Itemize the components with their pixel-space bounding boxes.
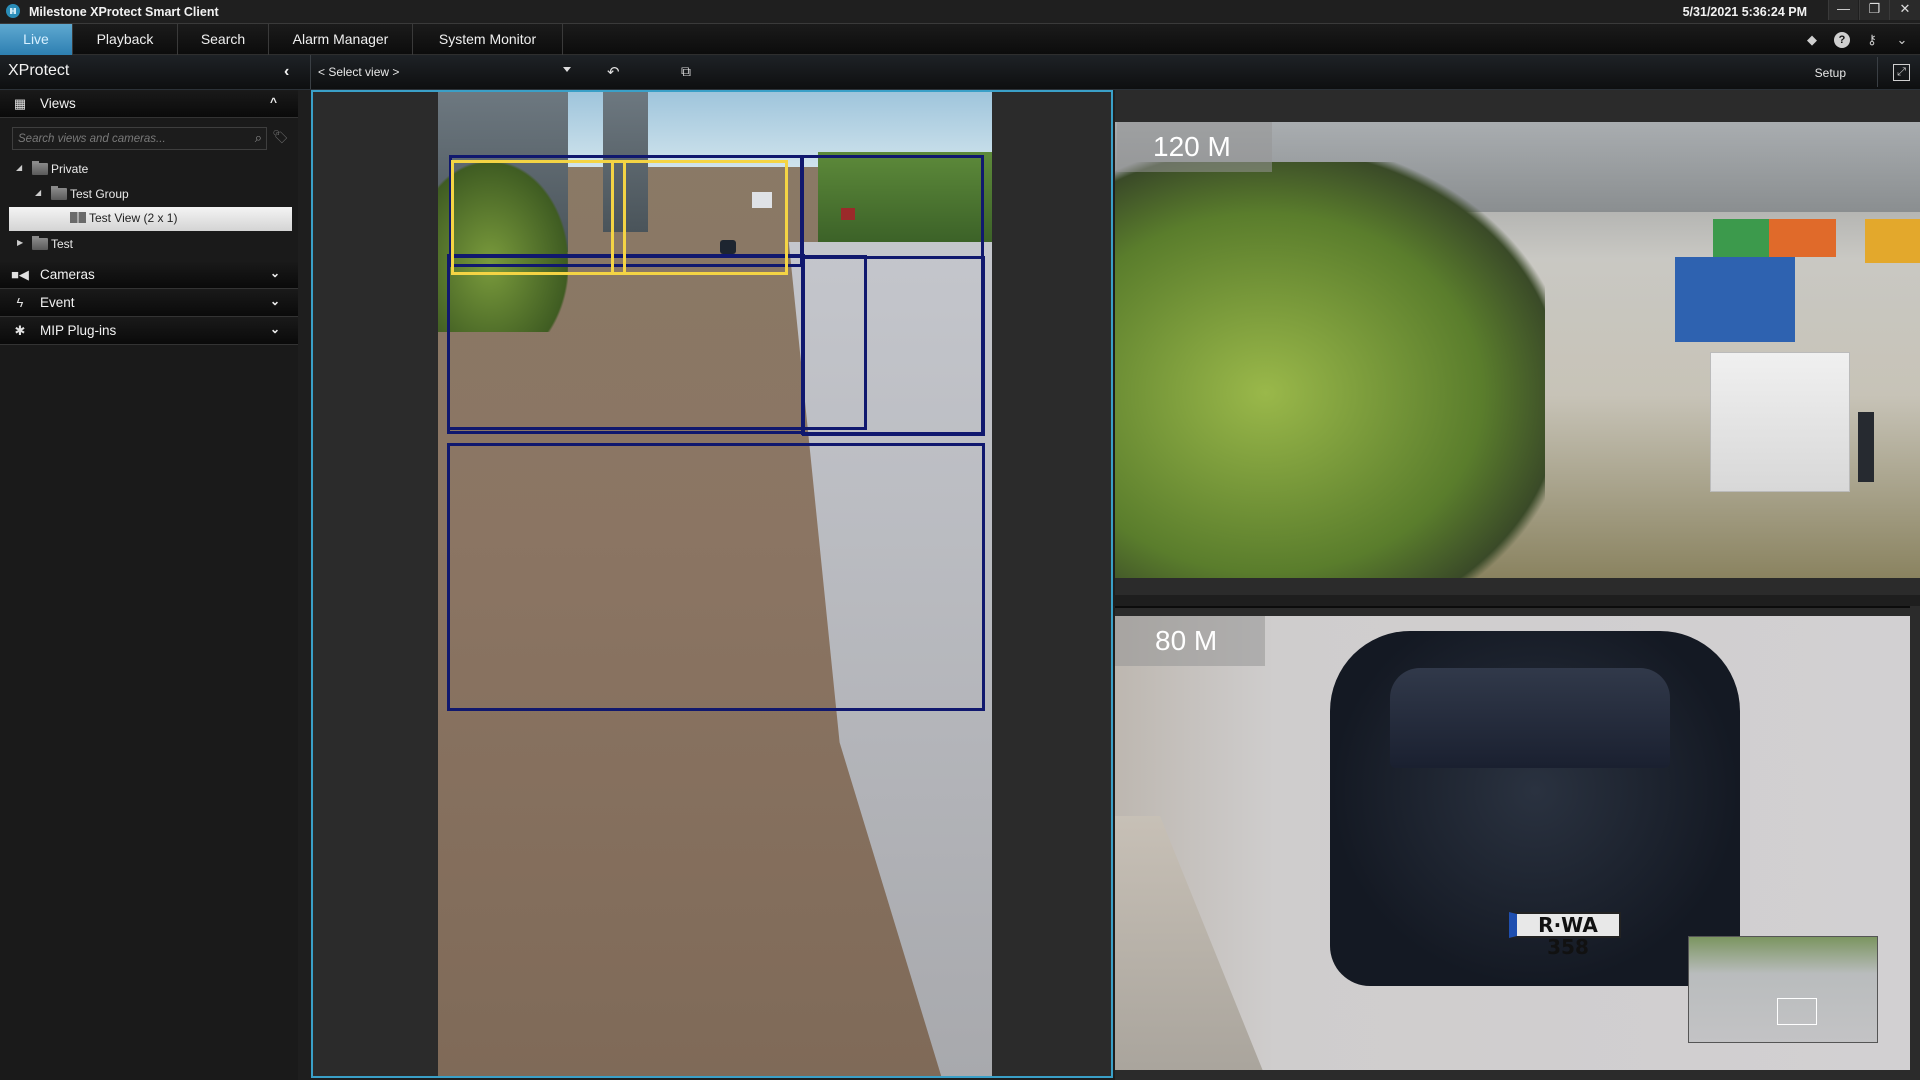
tag-icon[interactable]: 🏷 xyxy=(272,129,289,145)
lightning-icon: ϟ xyxy=(16,295,24,310)
tree-item-test[interactable]: ▶ Test xyxy=(0,233,298,255)
grid-icon: ▦ xyxy=(13,96,27,111)
blue-equipment xyxy=(1675,257,1795,342)
view-toolbar: XProtect ‹ < Select view > ↶ ⧉ Setup ⤢ xyxy=(0,55,1920,90)
site-container xyxy=(1710,352,1850,492)
green-container xyxy=(1713,219,1769,257)
views-section-header[interactable]: ▦ Views ^ xyxy=(0,90,298,118)
views-label: Views xyxy=(40,96,76,111)
tab-alarm-manager[interactable]: Alarm Manager xyxy=(269,24,413,55)
search-views-field[interactable]: ⌕ xyxy=(12,127,267,150)
tab-live[interactable]: Live xyxy=(0,24,73,55)
main-tab-bar: Live Playback Search Alarm Manager Syste… xyxy=(0,24,1920,55)
detection-zone-yellow[interactable] xyxy=(451,160,626,275)
tree xyxy=(1115,162,1545,578)
collapsed-triangle-icon[interactable]: ▶ xyxy=(17,238,23,247)
camera-feed-120m xyxy=(1115,122,1920,578)
camera-pane-120m[interactable]: 120 M xyxy=(1115,90,1920,595)
chevron-down-icon[interactable]: ⌄ xyxy=(1894,32,1910,48)
app-title: Milestone XProtect Smart Client xyxy=(29,5,219,19)
title-bar: Milestone XProtect Smart Client 5/31/202… xyxy=(0,0,1920,24)
sidewalk xyxy=(1115,816,1265,1070)
toolbar-divider xyxy=(310,55,311,89)
detection-zone-blue[interactable] xyxy=(447,443,985,711)
picture-in-picture-preview[interactable] xyxy=(1688,936,1878,1043)
orange-container xyxy=(1769,219,1836,257)
chevron-down-icon[interactable]: ⌄ xyxy=(270,322,280,336)
tree-item-label: Private xyxy=(51,162,89,176)
view-layout-icon xyxy=(70,212,86,223)
expand-triangle-icon[interactable]: ◢ xyxy=(35,188,41,197)
fullscreen-icon[interactable]: ⤢ xyxy=(1893,64,1910,81)
collapse-sidebar-button[interactable]: ‹ xyxy=(284,63,289,81)
toolbar-divider xyxy=(1877,57,1878,87)
camera-pane-80m[interactable]: R·WA 358 80 M xyxy=(1115,606,1920,1080)
view-grid: 120 M R·WA 358 80 M xyxy=(298,90,1920,1080)
undo-view-icon[interactable]: ↶ xyxy=(607,63,620,81)
sidebar: ▦ Views ^ ⌕ 🏷 ◢ Private ◢ Test Group Tes… xyxy=(0,90,298,1080)
folder-icon xyxy=(51,186,67,200)
tab-search[interactable]: Search xyxy=(178,24,269,55)
chevron-up-icon[interactable]: ^ xyxy=(270,95,277,109)
close-button[interactable]: ✕ xyxy=(1889,0,1920,20)
camera-icon: ■◀ xyxy=(11,267,29,282)
expand-triangle-icon[interactable]: ◢ xyxy=(16,163,22,172)
event-section-header[interactable]: ϟ Event ⌄ xyxy=(0,289,298,317)
folder-icon xyxy=(32,236,48,250)
folder-icon xyxy=(32,161,48,175)
select-view-dropdown[interactable]: < Select view > xyxy=(318,65,399,79)
pane-divider xyxy=(1115,606,1910,608)
dropdown-arrow-icon[interactable] xyxy=(563,67,571,72)
setup-button[interactable]: Setup xyxy=(1815,66,1846,80)
person xyxy=(1858,412,1874,482)
mip-plugins-section-header[interactable]: ✱ MIP Plug-ins ⌄ xyxy=(0,317,298,345)
restore-button[interactable]: ❐ xyxy=(1859,0,1889,20)
app-logo-icon xyxy=(6,4,20,18)
search-icon[interactable]: ⌕ xyxy=(255,130,262,146)
tree-item-test-group[interactable]: ◢ Test Group xyxy=(0,183,298,205)
tree-item-label: Test Group xyxy=(70,187,129,201)
chevron-down-icon[interactable]: ⌄ xyxy=(270,294,280,308)
detection-zone-yellow[interactable] xyxy=(611,160,788,275)
tree-item-test-view[interactable]: Test View (2 x 1) xyxy=(9,207,292,231)
status-icon[interactable]: ◆ xyxy=(1804,32,1820,48)
camera-feed-80m: R·WA 358 xyxy=(1115,616,1910,1070)
key-icon[interactable]: ⚷ xyxy=(1864,32,1880,48)
event-label: Event xyxy=(40,295,75,310)
mip-plugins-label: MIP Plug-ins xyxy=(40,323,117,338)
tab-playback[interactable]: Playback xyxy=(73,24,178,55)
product-title: XProtect xyxy=(8,62,70,79)
tab-tools: ◆ ? ⚷ ⌄ xyxy=(1804,32,1910,48)
license-plate: R·WA 358 xyxy=(1509,912,1621,958)
detection-zone-blue[interactable] xyxy=(802,256,985,436)
snapshot-icon[interactable]: ⧉ xyxy=(681,63,691,80)
clock: 5/31/2021 5:36:24 PM xyxy=(1682,5,1807,19)
tab-system-monitor[interactable]: System Monitor xyxy=(413,24,563,55)
distance-label-120m: 120 M xyxy=(1117,122,1272,172)
camera-pane-overview[interactable] xyxy=(311,90,1113,1078)
tree-item-label: Test View (2 x 1) xyxy=(89,211,178,225)
tree-item-label: Test xyxy=(51,237,74,251)
search-input[interactable] xyxy=(13,128,238,149)
distance-label-80m: 80 M xyxy=(1115,616,1265,666)
chevron-down-icon[interactable]: ⌄ xyxy=(270,266,280,280)
cameras-section-header[interactable]: ■◀ Cameras ⌄ xyxy=(0,261,298,289)
help-icon[interactable]: ? xyxy=(1834,32,1850,48)
minimize-button[interactable]: — xyxy=(1828,0,1858,20)
car-windshield xyxy=(1390,668,1670,768)
pip-target-box xyxy=(1777,998,1817,1025)
yellow-container xyxy=(1865,219,1920,263)
puzzle-icon: ✱ xyxy=(14,323,26,338)
tree-item-private[interactable]: ◢ Private xyxy=(0,158,298,180)
cameras-label: Cameras xyxy=(40,267,95,282)
